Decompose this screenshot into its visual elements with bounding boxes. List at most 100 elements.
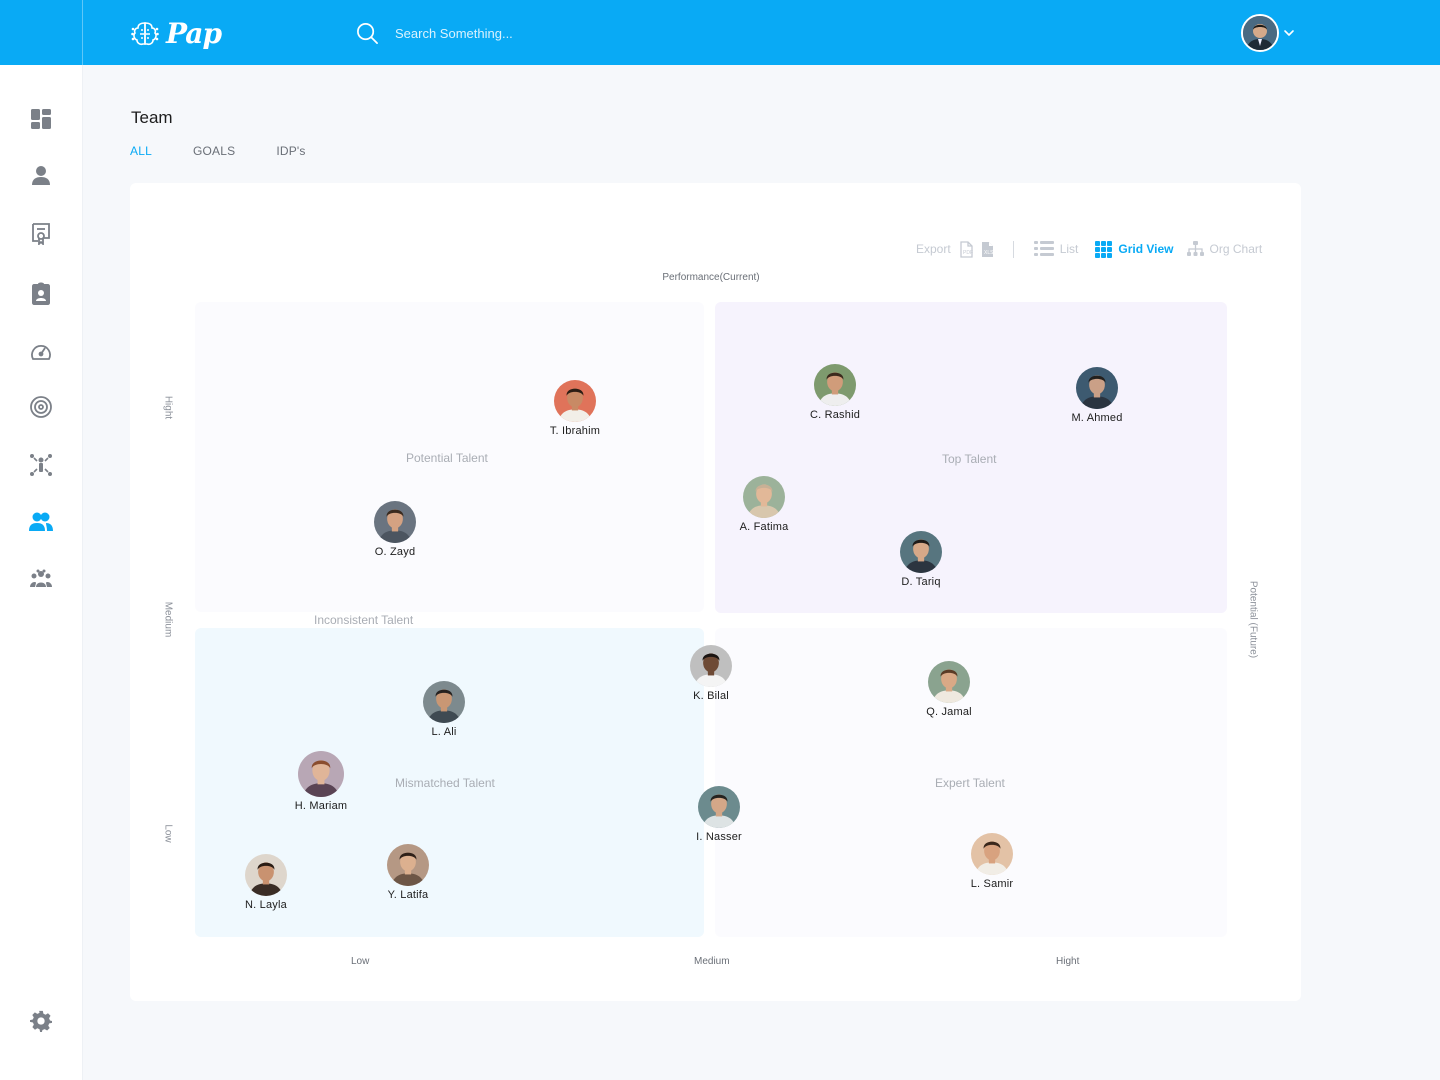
person-card[interactable]: H. Mariam [286, 751, 356, 812]
quadrant-label-mismatched: Mismatched Talent [395, 776, 495, 790]
page-title: Team [131, 108, 173, 127]
person-card[interactable]: Q. Jamal [918, 661, 980, 718]
tab-all[interactable]: ALL [130, 144, 152, 158]
speedometer-icon [31, 345, 51, 360]
grid-view-label: Grid View [1118, 242, 1174, 256]
list-view-button[interactable]: List [1033, 241, 1079, 257]
export-label: Export [916, 242, 951, 256]
app-name: Pap [166, 17, 222, 50]
x-tick-low: Low [351, 956, 370, 967]
certificate-icon [32, 223, 50, 245]
person-name: O. Zayd [374, 546, 416, 558]
svg-text:PDF: PDF [963, 250, 973, 256]
avatar [900, 531, 942, 573]
person-name: T. Ibrahim [549, 425, 601, 437]
avatar [374, 501, 416, 543]
person-name: L. Samir [970, 878, 1014, 890]
sidebar-item-profile[interactable] [28, 162, 54, 188]
quadrant-label-potential: Potential Talent [406, 451, 488, 465]
avatar [928, 661, 970, 703]
sidebar-item-certificates[interactable] [28, 220, 54, 246]
avatar [423, 681, 465, 723]
avatar [743, 476, 785, 518]
person-card[interactable]: T. Ibrahim [544, 380, 606, 437]
sidebar-item-team[interactable] [28, 509, 54, 535]
list-view-label: List [1059, 242, 1079, 256]
avatar [298, 751, 344, 797]
profile-icon [32, 166, 50, 185]
search-bar[interactable]: Search Something... [356, 22, 513, 45]
team-icon [29, 512, 53, 531]
person-card[interactable]: K. Bilal [680, 645, 742, 702]
performance-axis-label: Performance(Current) [662, 272, 760, 283]
sidebar-item-settings[interactable] [28, 1008, 54, 1034]
y-tick-low: Low [162, 824, 174, 843]
avatar [387, 844, 429, 886]
avatar [554, 380, 596, 422]
org-chart-icon [1186, 241, 1204, 256]
app-logo[interactable]: Pap [130, 17, 222, 50]
avatar [690, 645, 732, 687]
person-name: L. Ali [431, 726, 457, 738]
avatar [245, 854, 287, 896]
sidebar-item-dashboard[interactable] [28, 106, 54, 132]
avatar [698, 786, 740, 828]
top-bar-divider [82, 0, 83, 65]
export-pdf-icon[interactable]: PDF [959, 240, 974, 258]
view-toolbar: Export PDF XLS List Grid View Org Chart [916, 240, 1262, 258]
search-icon [357, 23, 378, 44]
search-input[interactable]: Search Something... [395, 26, 513, 41]
quadrant-label-expert: Expert Talent [935, 776, 1005, 790]
person-card[interactable]: M. Ahmed [1066, 367, 1128, 424]
top-bar: Pap Search Something... [0, 0, 1440, 65]
people-group-icon [30, 569, 52, 587]
person-card[interactable]: L. Samir [961, 833, 1023, 890]
sidebar-item-groups[interactable] [28, 566, 54, 592]
grid-view-button[interactable]: Grid View [1095, 240, 1174, 258]
user-menu[interactable] [1241, 14, 1295, 52]
svg-text:XLS: XLS [984, 250, 994, 256]
quadrant-label-top: Top Talent [942, 452, 997, 466]
tab-bar: ALL GOALS IDP's [130, 144, 347, 158]
org-network-icon [30, 454, 52, 476]
dashboard-icon [31, 109, 51, 129]
quadrant-label-inconsistent: Inconsistent Talent [314, 613, 414, 627]
person-name: A. Fatima [739, 521, 789, 533]
export-excel-icon[interactable]: XLS [980, 241, 995, 258]
person-name: K. Bilal [693, 690, 729, 702]
sidebar-item-clipboard[interactable] [28, 280, 54, 306]
avatar[interactable] [1241, 14, 1279, 52]
person-name: N. Layla [245, 899, 287, 911]
tab-goals[interactable]: GOALS [193, 144, 235, 158]
sidebar-item-goals[interactable] [28, 394, 54, 420]
org-chart-label: Org Chart [1209, 242, 1263, 256]
avatar [1076, 367, 1118, 409]
sidebar-item-network[interactable] [28, 452, 54, 478]
person-card[interactable]: O. Zayd [364, 501, 426, 558]
x-tick-high: Hight [1056, 956, 1080, 967]
avatar [814, 364, 856, 406]
person-card[interactable]: N. Layla [235, 854, 297, 911]
person-name: Q. Jamal [926, 706, 972, 718]
sidebar-item-performance[interactable] [28, 338, 54, 364]
person-card[interactable]: A. Fatima [733, 476, 795, 533]
gear-icon [30, 1010, 52, 1032]
person-card[interactable]: D. Tariq [890, 531, 952, 588]
x-tick-medium: Medium [694, 956, 730, 967]
target-icon [30, 396, 52, 418]
brain-logo-icon [131, 21, 159, 45]
tab-idps[interactable]: IDP's [276, 144, 305, 158]
person-card[interactable]: Y. Latifa [377, 844, 439, 901]
y-tick-medium: Medium [162, 601, 174, 638]
person-card[interactable]: C. Rashid [804, 364, 866, 421]
chevron-down-icon[interactable] [1283, 27, 1295, 39]
person-card[interactable]: I. Nasser [688, 786, 750, 843]
person-card[interactable]: L. Ali [413, 681, 475, 738]
org-chart-button[interactable]: Org Chart [1186, 241, 1263, 257]
sidebar [0, 65, 83, 1080]
person-name: Y. Latifa [387, 889, 429, 901]
avatar [971, 833, 1013, 875]
y-tick-high: Hight [162, 395, 174, 420]
person-name: H. Mariam [294, 800, 348, 812]
person-name: C. Rashid [809, 409, 861, 421]
